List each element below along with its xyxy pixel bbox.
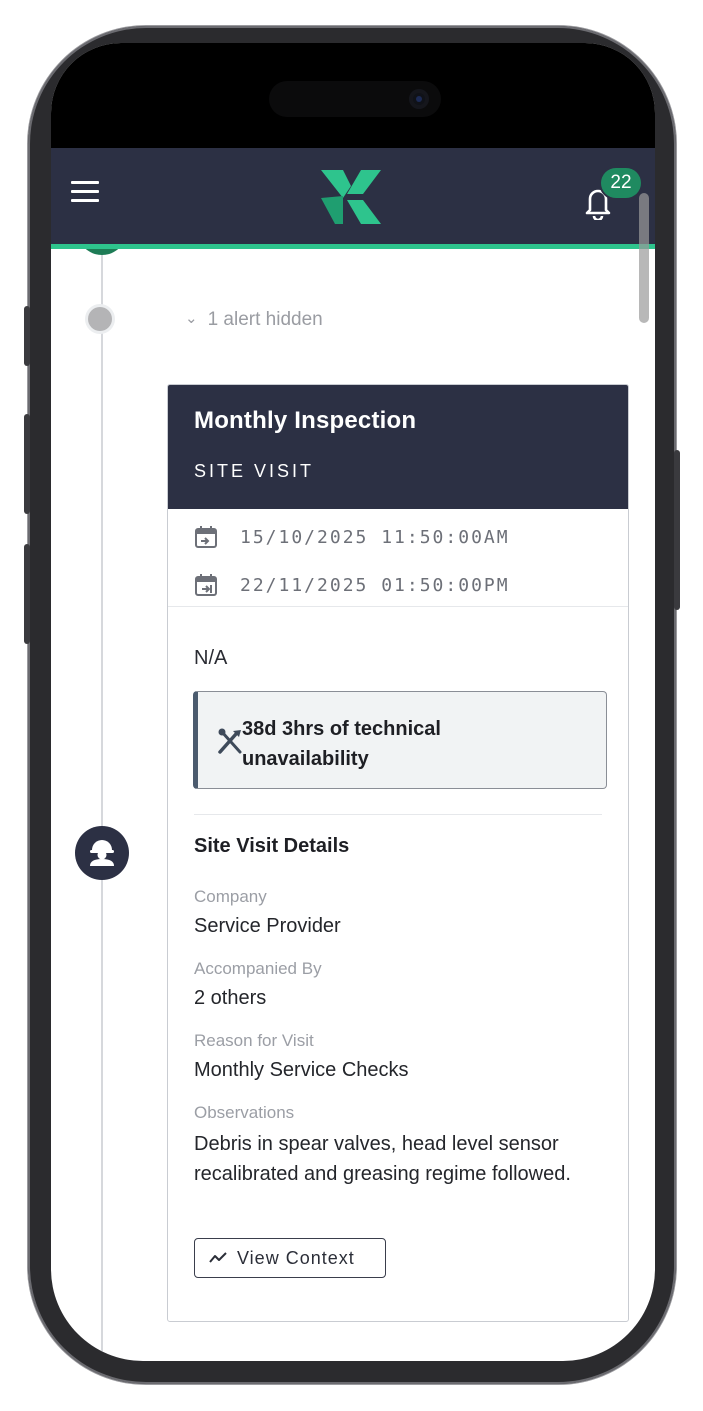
hidden-alerts-label: 1 alert hidden <box>207 309 323 330</box>
accompanied-value: 2 others <box>194 987 267 1009</box>
screen: 22 ⌄ 1 alert hidden Monthly Inspection SI… <box>51 43 655 1361</box>
front-camera <box>409 89 429 109</box>
volume-up-button <box>24 414 30 514</box>
silent-switch <box>24 306 30 366</box>
volume-down-button <box>24 544 30 644</box>
card-header: Monthly Inspection SITE VISIT <box>168 385 628 509</box>
company-value: Service Provider <box>194 915 341 937</box>
chevron-down-icon: ⌄ <box>185 310 198 327</box>
k-logo[interactable] <box>317 168 385 228</box>
start-datetime: 15/10/2025 11:50:00AM <box>240 527 510 548</box>
company-label: Company <box>194 887 267 906</box>
observations-value: Debris in spear valves, head level senso… <box>194 1133 571 1185</box>
tools-icon <box>218 728 242 754</box>
calendar-start-icon <box>195 526 217 548</box>
status-bar <box>51 43 655 149</box>
unavailability-callout: 38d 3hrs of technical unavailability <box>193 691 607 789</box>
worker-avatar-icon <box>75 826 129 880</box>
reason-value: Monthly Service Checks <box>194 1059 409 1081</box>
end-datetime: 22/11/2025 01:50:00PM <box>240 575 510 596</box>
card-type: SITE VISIT <box>194 461 315 481</box>
timeline-line <box>101 249 103 1361</box>
hidden-alerts-toggle[interactable]: ⌄ 1 alert hidden <box>185 309 323 331</box>
details-title: Site Visit Details <box>194 835 350 857</box>
card-title: Monthly Inspection <box>194 407 417 434</box>
app-header: 22 <box>51 148 655 249</box>
notification-badge[interactable]: 22 <box>601 168 641 198</box>
view-context-button[interactable]: View Context <box>194 1238 386 1278</box>
menu-icon[interactable] <box>71 181 101 205</box>
divider <box>168 606 628 607</box>
scrollbar[interactable] <box>639 193 649 323</box>
accompanied-label: Accompanied By <box>194 959 322 978</box>
view-context-label: View Context <box>237 1248 355 1268</box>
inspection-card: Monthly Inspection SITE VISIT 15/10/2025… <box>167 384 629 1322</box>
summary-text: N/A <box>194 647 228 669</box>
power-button <box>674 450 680 610</box>
reason-label: Reason for Visit <box>194 1031 314 1050</box>
divider <box>194 814 602 815</box>
observations-label: Observations <box>194 1103 295 1122</box>
timeline-dot <box>88 307 112 331</box>
trend-icon <box>209 1252 227 1263</box>
unavailability-text: 38d 3hrs of technical unavailability <box>242 718 441 770</box>
calendar-end-icon <box>195 574 217 596</box>
